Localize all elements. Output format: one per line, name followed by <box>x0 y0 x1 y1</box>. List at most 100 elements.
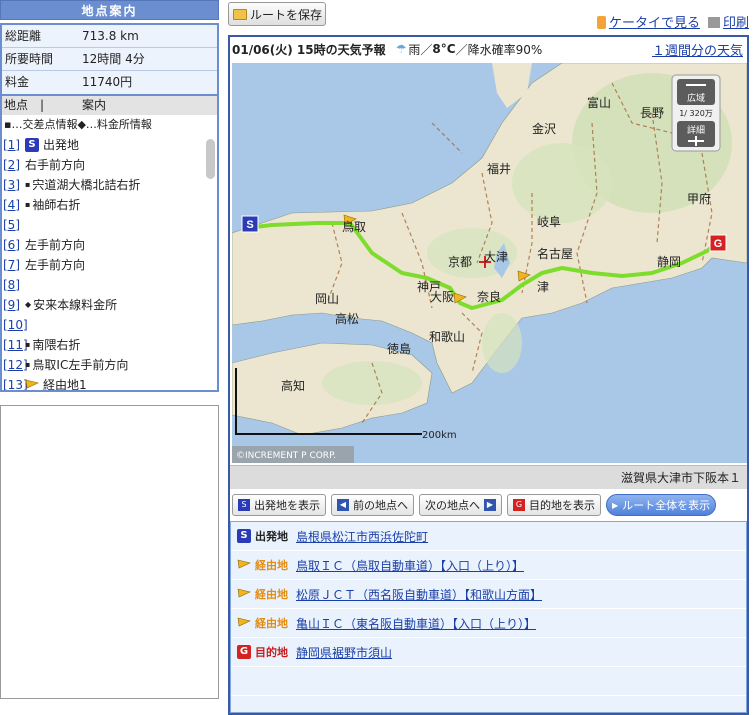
step-text: 右手前方向 <box>25 158 86 172</box>
weather-temp: 8°C <box>432 42 456 56</box>
waypoint-place-link[interactable]: 亀山ＩＣ（東名阪自動車道）【入口（上り）】 <box>296 615 536 632</box>
step-number-link[interactable]: [6] <box>3 235 25 255</box>
map-label: 甲府 <box>687 191 711 206</box>
step-row[interactable]: [3] ▪ 宍道湖大橋北詰右折 <box>2 175 217 195</box>
svg-text:S: S <box>246 219 253 231</box>
folder-icon <box>233 8 247 20</box>
step-row[interactable]: [6] 左手前方向 <box>2 235 217 255</box>
via-flag-icon <box>25 379 39 389</box>
step-row[interactable]: [10] <box>2 315 217 335</box>
save-route-button[interactable]: ルートを保存 <box>228 2 326 26</box>
show-start-label: 出発地を表示 <box>254 499 320 512</box>
steps-list[interactable]: [1] S 出発地 [2] 右手前方向 [3] ▪ 宍道湖大橋北詰右折 [4] ▪ 袖師右折 [5][… <box>0 135 219 392</box>
next-point-button[interactable]: 次の地点へ ▶ <box>419 494 502 516</box>
intersection-icon: ▪ <box>25 340 31 349</box>
step-number-link[interactable]: [2] <box>3 155 25 175</box>
map-label: 津 <box>537 280 549 294</box>
step-row[interactable]: [4] ▪ 袖師右折 <box>2 195 217 215</box>
steps-legend: ▪…交差点情報◆…料金所情報 <box>0 115 219 135</box>
waypoint-kind-label: 目的地 <box>255 646 288 659</box>
summary-time: 所要時間 12時間 4分 <box>2 48 217 71</box>
mobile-link[interactable]: ケータイで見る <box>596 12 700 31</box>
show-goal-button[interactable]: G 目的地を表示 <box>507 494 601 516</box>
weekly-weather-link[interactable]: １週間分の天気 <box>652 40 743 59</box>
waypoint-kind-label: 経由地 <box>255 559 288 572</box>
step-number-link[interactable]: [5] <box>3 215 25 235</box>
summary-value: 12時間 4分 <box>82 52 145 66</box>
waypoint-row: S 出発地 島根県松江市西浜佐陀町 <box>231 522 746 551</box>
step-row[interactable]: [13] 経由地1 <box>2 375 217 390</box>
step-number-link[interactable]: [11] <box>3 335 28 355</box>
show-start-button[interactable]: S 出発地を表示 <box>232 494 326 516</box>
map-label: 高知 <box>281 378 305 393</box>
waypoint-row: 経由地 亀山ＩＣ（東名阪自動車道）【入口（上り）】 <box>231 609 746 638</box>
start-marker[interactable]: S <box>241 215 259 233</box>
step-number-link[interactable]: [4] <box>3 195 25 215</box>
header-point: 地点 | <box>4 98 45 112</box>
steps-scrollbar[interactable] <box>206 139 215 179</box>
map-label: 大津 <box>484 250 508 264</box>
waypoint-row: 経由地 松原ＪＣＴ（西名阪自動車道）【和歌山方面】 <box>231 580 746 609</box>
step-number-link[interactable]: [7] <box>3 255 25 275</box>
show-all-route-button[interactable]: ▶ ルート全体を表示 <box>606 494 717 516</box>
step-row[interactable]: [2] 右手前方向 <box>2 155 217 175</box>
via-flag-icon <box>237 617 251 627</box>
step-row[interactable]: [9] ◆ 安来本線料金所 <box>2 295 217 315</box>
intersection-icon: ▪ <box>25 180 31 189</box>
current-address: 滋賀県大津市下阪本１ <box>230 465 747 489</box>
step-row[interactable]: [7] 左手前方向 <box>2 255 217 275</box>
waypoint-place-link[interactable]: 静岡県裾野市須山 <box>296 644 392 661</box>
step-text: 袖師右折 <box>32 198 81 212</box>
step-number-link[interactable]: [9] <box>3 295 25 315</box>
waypoint-place-link[interactable]: 松原ＪＣＴ（西名阪自動車道）【和歌山方面】 <box>296 586 542 603</box>
mobile-phone-icon <box>596 16 606 29</box>
step-number-link[interactable]: [10] <box>3 315 28 335</box>
step-number-link[interactable]: [1] <box>3 135 25 155</box>
step-row[interactable]: [11] ▪ 南隈右折 <box>2 335 217 355</box>
print-link-label[interactable]: 印刷 <box>723 16 749 31</box>
map-canvas[interactable]: S G 富山 長野 金沢 福井 甲府 岐阜 名古屋 静岡 京都 大津 神戸 大阪… <box>232 63 747 463</box>
step-row[interactable]: [12] ▪ 鳥取IC左手前方向 <box>2 355 217 375</box>
top-links: ケータイで見る 印刷 <box>596 12 749 31</box>
weather-date: 01/06(火) 15時の天気予報 <box>232 42 386 57</box>
step-number-link[interactable]: [12] <box>3 355 28 375</box>
start-icon: S <box>238 499 250 511</box>
weather-bar: 01/06(火) 15時の天気予報 ☂ 雨／ 8°C ／降水確率90% １週間分… <box>230 37 747 61</box>
summary-fee: 料金 11740円 <box>2 71 217 94</box>
tollgate-icon: ◆ <box>25 300 32 309</box>
step-number-link[interactable]: [8] <box>3 275 25 295</box>
svg-text:G: G <box>714 238 723 250</box>
waypoint-place-link[interactable]: 島根県松江市西浜佐陀町 <box>296 528 428 545</box>
waypoint-place-link[interactable]: 鳥取ＩＣ（鳥取自動車道）【入口（上り）】 <box>296 557 524 574</box>
summary-value: 713.8 km <box>82 29 139 43</box>
route-map[interactable]: S G 富山 長野 金沢 福井 甲府 岐阜 名古屋 静岡 京都 大津 神戸 大阪… <box>232 63 747 463</box>
detail-box <box>0 405 219 699</box>
zoom-out-button[interactable]: 広域 <box>677 79 715 105</box>
step-number-link[interactable]: [3] <box>3 175 25 195</box>
goal-icon: G <box>513 499 525 511</box>
step-row[interactable]: [1] S 出発地 <box>2 135 217 155</box>
zoom-in-button[interactable]: 詳細 <box>677 121 715 147</box>
route-summary: 総距離 713.8 km 所要時間 12時間 4分 料金 11740円 <box>0 23 219 96</box>
goal-marker[interactable]: G <box>709 234 727 252</box>
printer-icon <box>707 17 720 28</box>
show-goal-label: 目的地を表示 <box>529 499 595 512</box>
start-icon: S <box>25 138 39 152</box>
map-label: 静岡 <box>657 255 681 269</box>
map-frame: 01/06(火) 15時の天気予報 ☂ 雨／ 8°C ／降水確率90% １週間分… <box>228 35 749 715</box>
empty-row <box>231 667 746 696</box>
step-text: 鳥取IC左手前方向 <box>32 358 129 372</box>
waypoint-list: S 出発地 島根県松江市西浜佐陀町経由地 鳥取ＩＣ（鳥取自動車道）【入口（上り）】経由… <box>230 521 747 713</box>
route-guide-panel: 地点案内 総距離 713.8 km 所要時間 12時間 4分 料金 11740円… <box>0 0 219 715</box>
map-label: 金沢 <box>532 121 556 136</box>
step-text: 安来本線料金所 <box>33 298 118 312</box>
map-label: 高松 <box>335 311 359 326</box>
step-number-link[interactable]: [13] <box>3 375 28 390</box>
step-row[interactable]: [8] <box>2 275 217 295</box>
print-link[interactable]: 印刷 <box>707 12 749 31</box>
map-label: 大阪 <box>430 290 454 304</box>
step-row[interactable]: [5] <box>2 215 217 235</box>
map-nav-bar: S 出発地を表示 ◀ 前の地点へ 次の地点へ ▶ G 目的地を表示 ▶ ルート全… <box>230 491 747 519</box>
mobile-link-label[interactable]: ケータイで見る <box>609 16 700 31</box>
prev-point-button[interactable]: ◀ 前の地点へ <box>331 494 414 516</box>
